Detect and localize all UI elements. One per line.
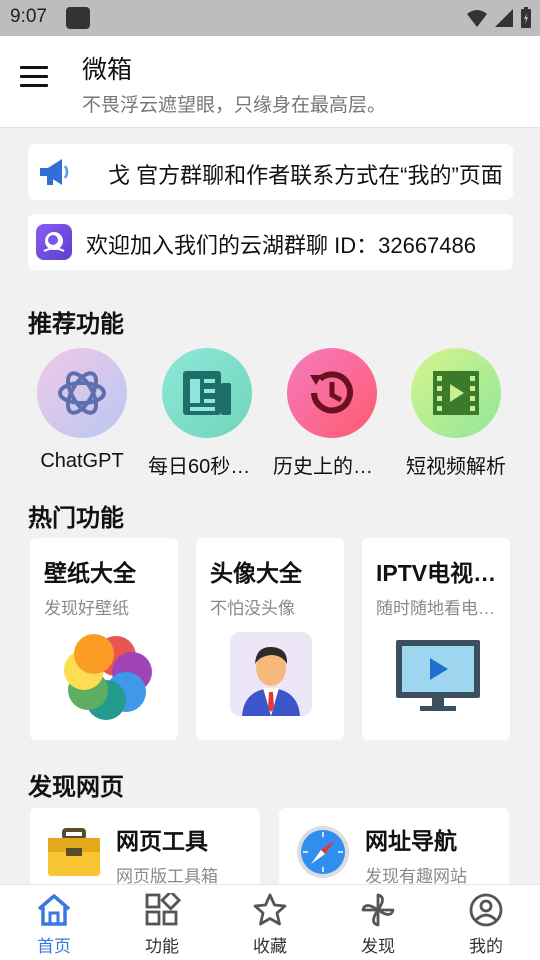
tab-favorites[interactable]: 收藏 xyxy=(216,885,324,960)
recommended-daily-news[interactable]: 每日60秒读懂世界 xyxy=(148,348,266,479)
tab-label: 首页 xyxy=(37,937,71,956)
avatar-icon xyxy=(230,632,312,716)
home-icon xyxy=(37,894,71,926)
recommended-section-title: 推荐功能 xyxy=(28,311,124,338)
hot-card-avatar[interactable]: 头像大全 不怕没头像 xyxy=(196,538,344,740)
toolbox-icon xyxy=(48,828,100,876)
tab-functions[interactable]: 功能 xyxy=(108,885,216,960)
recommended-label: 短视频解析 xyxy=(406,456,506,478)
recommended-history-today[interactable]: 历史上的今天 xyxy=(273,348,391,479)
discover-card-title: 网页工具 xyxy=(116,828,208,854)
discover-card-title: 网址导航 xyxy=(365,828,457,854)
tab-label: 功能 xyxy=(145,937,179,956)
notification-icon xyxy=(66,7,90,29)
film-icon xyxy=(433,371,479,415)
photos-icon xyxy=(64,634,152,720)
tab-label: 收藏 xyxy=(253,937,287,956)
discover-section-title: 发现网页 xyxy=(28,774,124,801)
hot-card-subtitle: 不怕没头像 xyxy=(210,599,295,618)
recommended-label: ChatGPT xyxy=(40,450,124,472)
group-chat-banner[interactable]: 欢迎加入我们的云湖群聊 ID：32667486 xyxy=(28,214,513,270)
hot-card-wallpaper[interactable]: 壁纸大全 发现好壁纸 xyxy=(30,538,178,740)
app-title: 微箱 xyxy=(82,56,133,84)
tab-label: 发现 xyxy=(361,937,395,956)
hot-section-title: 热门功能 xyxy=(28,505,124,532)
pinwheel-icon xyxy=(361,893,395,927)
tab-discover[interactable]: 发现 xyxy=(324,885,432,960)
cloud-lake-icon xyxy=(36,224,72,260)
status-bar: 9:07 xyxy=(0,0,540,36)
hot-card-title: 头像大全 xyxy=(210,560,302,586)
recommended-label: 每日60秒读懂世界 xyxy=(148,456,266,478)
recommended-label: 历史上的今天 xyxy=(273,456,391,478)
bottom-nav: 首页 功能 收藏 发现 我的 xyxy=(0,884,540,960)
hot-card-iptv[interactable]: IPTV电视直播 随时随地看电视直播 xyxy=(362,538,510,740)
newspaper-icon xyxy=(183,371,231,415)
hot-card-title: 壁纸大全 xyxy=(44,560,136,586)
tv-icon xyxy=(396,640,480,711)
announcement-banner[interactable]: 戈 官方群聊和作者联系方式在“我的”页面 xyxy=(28,144,513,200)
star-icon xyxy=(253,893,287,926)
profile-icon xyxy=(469,893,503,927)
battery-icon xyxy=(521,7,531,28)
hot-card-title: IPTV电视直播 xyxy=(376,560,498,586)
group-chat-text: 欢迎加入我们的云湖群聊 ID：32667486 xyxy=(86,233,476,258)
compass-icon xyxy=(297,826,349,878)
hot-card-subtitle: 发现好壁纸 xyxy=(44,599,129,618)
status-time: 9:07 xyxy=(10,6,47,27)
history-icon xyxy=(310,371,353,414)
hot-card-subtitle: 随时随地看电视直播 xyxy=(376,599,498,618)
megaphone-icon xyxy=(40,159,69,185)
app-subtitle: 不畏浮云遮望眼，只缘身在最高层。 xyxy=(82,95,387,116)
app-bar: 微箱 不畏浮云遮望眼，只缘身在最高层。 xyxy=(0,36,540,128)
tab-mine[interactable]: 我的 xyxy=(432,885,540,960)
recommended-chatgpt[interactable]: ChatGPT xyxy=(23,348,141,473)
recommended-video-parse[interactable]: 短视频解析 xyxy=(397,348,515,479)
openai-icon xyxy=(58,371,106,415)
signal-icon xyxy=(495,9,513,27)
wifi-icon xyxy=(467,10,487,27)
announcement-text: 戈 官方群聊和作者联系方式在“我的”页面 xyxy=(108,163,503,188)
grid-icon xyxy=(145,893,181,926)
menu-icon[interactable] xyxy=(20,66,56,96)
tab-label: 我的 xyxy=(469,937,503,956)
tab-home[interactable]: 首页 xyxy=(0,885,108,960)
